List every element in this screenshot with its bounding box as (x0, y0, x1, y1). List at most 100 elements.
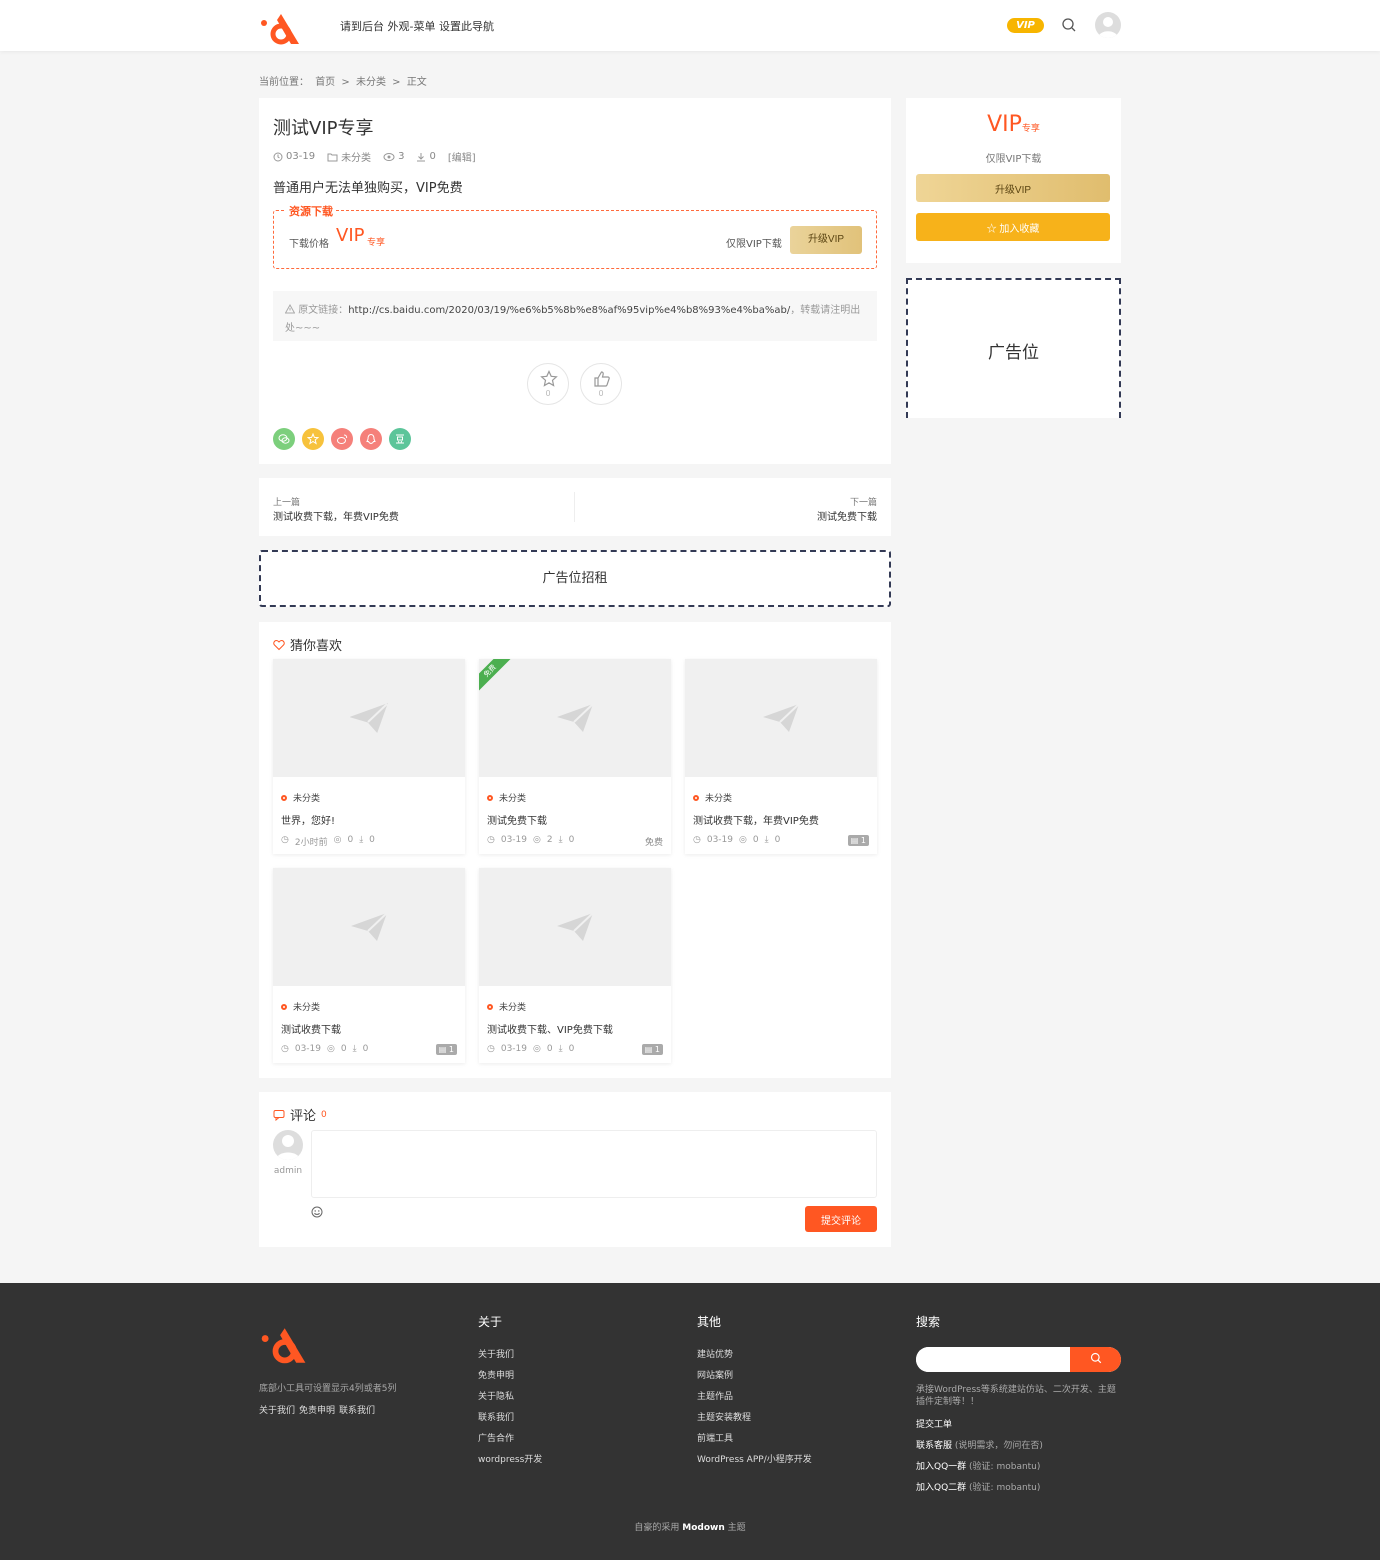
submit-comment-button[interactable]: 提交评论 (805, 1206, 877, 1232)
footer-search-button[interactable] (1070, 1347, 1121, 1372)
post-meta: 03-19 未分类 3 0 [编辑] (273, 149, 476, 164)
category-dot (693, 794, 699, 801)
search-icon[interactable] (1061, 17, 1077, 33)
category-text[interactable]: 未分类 (293, 1000, 320, 1013)
footer-search-title: 搜索 (916, 1315, 941, 1329)
emoji-icon[interactable] (311, 1206, 323, 1218)
breadcrumb-home[interactable]: 首页 (315, 77, 335, 88)
footer-about-link[interactable]: 关于隐私 (478, 1389, 542, 1402)
post-views: 0 (340, 1044, 347, 1054)
breadcrumb-prefix: 当前位置： (259, 77, 309, 88)
post-title[interactable]: 测试收费下载，年费VIP免费 (693, 812, 819, 827)
post-category[interactable]: 未分类 (281, 791, 320, 804)
footer-link-about[interactable]: 关于我们 (259, 1403, 295, 1416)
footer-search-column: 搜索 (916, 1313, 940, 1347)
sidebar-ad[interactable]: 广告位 (906, 278, 1121, 418)
sidebar-favorite-button[interactable]: ☆ 加入收藏 (916, 213, 1110, 241)
footer-qq1-link[interactable]: 加入QQ一群 (916, 1462, 966, 1472)
comment-icon (273, 1109, 285, 1121)
search-icon (1090, 1352, 1101, 1364)
related-item[interactable]: 未分类 测试收费下载、VIP免费下载 ◷ 03-19 ◎ 0 ⤓ 0 ▤ 1 (479, 868, 671, 1063)
footer-other-link[interactable]: 建站优势 (697, 1347, 812, 1360)
category-text[interactable]: 未分类 (705, 791, 732, 804)
comments-title: 评论 0 (273, 1105, 327, 1124)
post-category[interactable]: 未分类 (487, 791, 526, 804)
post-category-text[interactable]: 未分类 (341, 149, 371, 164)
related-item[interactable]: 未分类 测试收费下载，年费VIP免费 ◷ 03-19 ◎ 0 ⤓ 0 ▤ 1 (685, 659, 877, 854)
like-button[interactable]: 0 (580, 363, 622, 405)
site-footer: 底部小工具可设置显示4列或者5列 关于我们 免责申明 联系我们 关于 关于我们 … (0, 1283, 1380, 1560)
post-thumbnail[interactable] (479, 868, 671, 986)
footer-about-link[interactable]: 联系我们 (478, 1410, 542, 1423)
related-item[interactable]: 未分类 世界，您好! ◷ 2小时前 ◎ 0 ⤓ 0 (273, 659, 465, 854)
paper-plane-icon (557, 912, 594, 941)
footer-about-link[interactable]: wordpress开发 (478, 1452, 542, 1465)
post-meta: ◷ 2小时前 ◎ 0 ⤓ 0 (281, 835, 375, 848)
prev-post-link[interactable]: 测试收费下载，年费VIP免费 (273, 508, 399, 523)
footer-link-disclaimer[interactable]: 免责申明 (299, 1403, 335, 1416)
source-link[interactable]: http://cs.baidu.com/2020/03/19/%e6%b5%8b… (348, 305, 790, 316)
share-qq-icon[interactable] (360, 428, 382, 450)
footer-qq2-link[interactable]: 加入QQ二群 (916, 1483, 966, 1493)
post-edit-link[interactable]: [编辑] (448, 149, 476, 164)
footer-other-title: 其他 (697, 1315, 722, 1329)
post-title[interactable]: 世界，您好! (281, 812, 335, 827)
favorite-button[interactable]: 0 (527, 363, 569, 405)
related-item[interactable]: 未分类 测试收费下载 ◷ 03-19 ◎ 0 ⤓ 0 ▤ 1 (273, 868, 465, 1063)
related-item[interactable]: 免费 未分类 测试免费下载 ◷ 03-19 ◎ 2 ⤓ 0 免费 (479, 659, 671, 854)
post-title[interactable]: 测试收费下载、VIP免费下载 (487, 1021, 613, 1036)
share-wechat-icon[interactable] (273, 428, 295, 450)
eye-icon: ◎ (327, 1044, 335, 1054)
footer-logo[interactable] (259, 1319, 315, 1365)
post-date: 03-19 (706, 835, 734, 845)
footer-link-contact[interactable]: 联系我们 (339, 1403, 375, 1416)
clock-icon: ◷ (281, 1044, 289, 1054)
footer-other-link[interactable]: 主题作品 (697, 1389, 812, 1402)
eye-icon: ◎ (533, 835, 541, 845)
post-category[interactable]: 未分类 (487, 1000, 526, 1013)
category-text[interactable]: 未分类 (499, 791, 526, 804)
category-text[interactable]: 未分类 (293, 791, 320, 804)
post-category[interactable]: 未分类 (327, 149, 371, 164)
breadcrumb-category[interactable]: 未分类 (356, 77, 386, 88)
post-title[interactable]: 测试收费下载 (281, 1021, 341, 1036)
post-thumbnail[interactable] (273, 868, 465, 986)
post-views: 0 (546, 1044, 553, 1054)
paper-plane-icon (557, 703, 594, 732)
category-text[interactable]: 未分类 (499, 1000, 526, 1013)
ad-banner[interactable]: 广告位招租 (259, 550, 891, 607)
comment-textarea[interactable] (311, 1130, 877, 1198)
nav-hint[interactable]: 请到后台 外观-菜单 设置此导航 (340, 18, 494, 34)
vip-badge[interactable]: VIP (1007, 18, 1044, 33)
download-upgrade-vip-button[interactable]: 升级VIP (790, 226, 862, 254)
download-icon: ⤓ (359, 835, 364, 845)
footer-about-link[interactable]: 关于我们 (478, 1347, 542, 1360)
post-thumbnail[interactable] (479, 659, 671, 777)
post-title[interactable]: 测试免费下载 (487, 812, 547, 827)
footer-other-link[interactable]: 网站案例 (697, 1368, 812, 1381)
next-post-link[interactable]: 测试免费下载 (817, 508, 877, 523)
footer-about-link[interactable]: 广告合作 (478, 1431, 542, 1444)
eye-icon: ◎ (333, 835, 342, 845)
post-category[interactable]: 未分类 (281, 1000, 320, 1013)
post-downloads: 0 (774, 835, 781, 845)
footer-other-link[interactable]: 前端工具 (697, 1431, 812, 1444)
footer-ticket-link[interactable]: 提交工单 (916, 1420, 952, 1430)
sidebar-upgrade-vip-button[interactable]: 升级VIP (916, 174, 1110, 202)
share-douban-icon[interactable] (389, 428, 411, 450)
copyright-theme-link[interactable]: Modown (682, 1523, 725, 1533)
share-weibo-icon[interactable] (331, 428, 353, 450)
footer-about-link[interactable]: 免责申明 (478, 1368, 542, 1381)
footer-service-link[interactable]: 联系客服 (916, 1441, 952, 1451)
share-qzone-icon[interactable] (302, 428, 324, 450)
footer-other-link[interactable]: WordPress APP/小程序开发 (697, 1452, 812, 1465)
download-price-label: 下载价格 (289, 239, 329, 250)
post-category[interactable]: 未分类 (693, 791, 732, 804)
site-logo[interactable] (259, 6, 307, 46)
post-thumbnail[interactable] (273, 659, 465, 777)
footer-search-input[interactable] (916, 1347, 1070, 1372)
footer-other-link[interactable]: 主题安装教程 (697, 1410, 812, 1423)
clock-icon (273, 152, 283, 161)
post-thumbnail[interactable] (685, 659, 877, 777)
user-avatar[interactable] (1095, 12, 1121, 38)
